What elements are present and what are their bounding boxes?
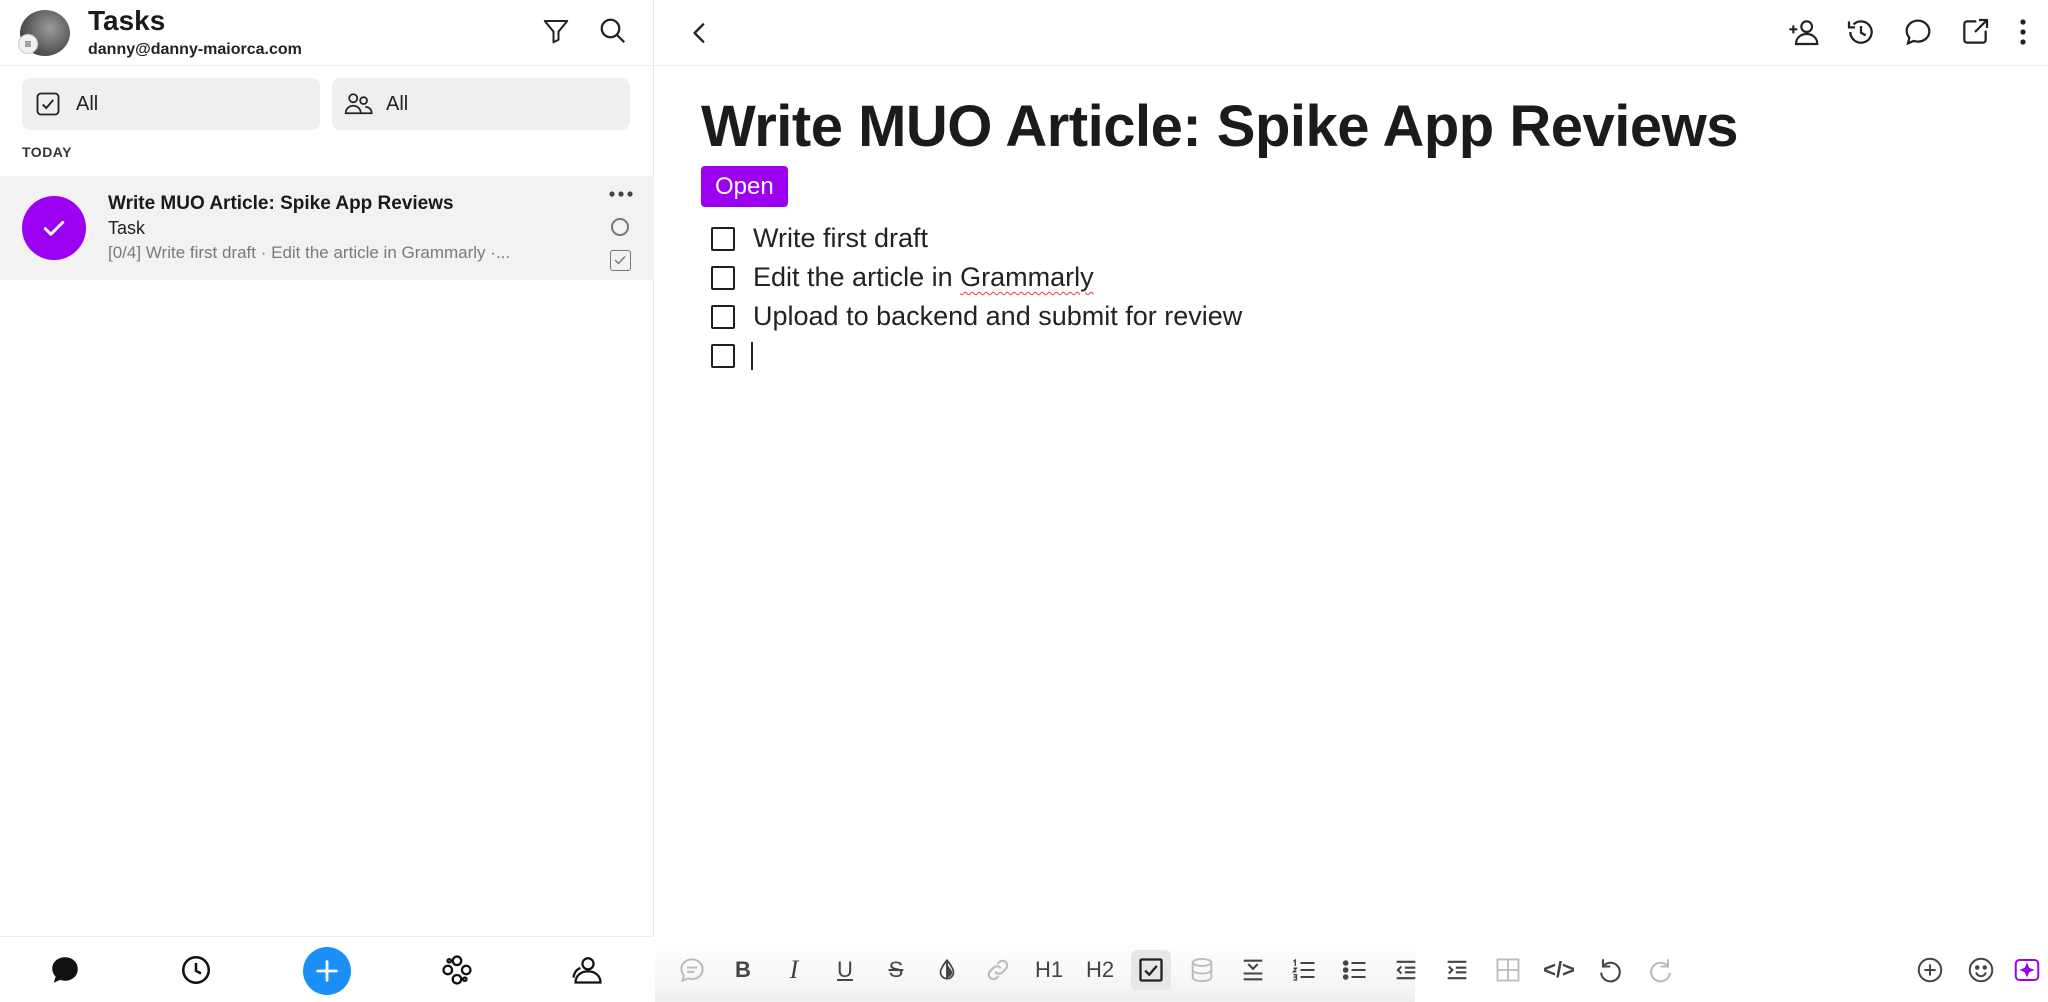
redo-icon[interactable] xyxy=(1641,950,1681,990)
database-icon[interactable] xyxy=(1182,950,1222,990)
task-detail-pane: Write MUO Article: Spike App Reviews Ope… xyxy=(655,0,2048,1002)
checklist-item: Upload to backend and submit for review xyxy=(711,297,1242,336)
apps-icon[interactable] xyxy=(436,949,478,991)
comment-icon[interactable] xyxy=(1900,14,1936,50)
add-person-icon[interactable] xyxy=(1786,14,1822,50)
back-chevron-icon[interactable] xyxy=(683,16,717,50)
task-status-check-icon[interactable] xyxy=(22,196,86,260)
more-options-icon[interactable] xyxy=(607,184,635,204)
detail-header xyxy=(655,0,2048,66)
heading1-button[interactable]: H1 xyxy=(1029,950,1069,990)
task-type: Task xyxy=(108,218,146,238)
bulleted-list-icon[interactable] xyxy=(1335,950,1375,990)
checklist-item xyxy=(711,336,1242,375)
filter-type-all[interactable]: All xyxy=(22,78,320,130)
checklist: Write first draft Edit the article in Gr… xyxy=(711,219,1242,375)
history-icon[interactable] xyxy=(1843,14,1879,50)
checklist-item-text[interactable]: Write first draft xyxy=(753,223,928,254)
align-middle-icon[interactable] xyxy=(1233,950,1273,990)
comment-format-icon[interactable] xyxy=(672,950,712,990)
checklist-item-text-part: Edit the article in xyxy=(753,262,961,292)
open-external-icon[interactable] xyxy=(1957,14,1993,50)
checkbox[interactable] xyxy=(711,265,735,290)
account-email: danny@danny-maiorca.com xyxy=(88,41,302,58)
people-icon xyxy=(344,90,373,118)
strikethrough-button[interactable]: S xyxy=(876,950,916,990)
add-button[interactable] xyxy=(303,947,351,995)
table-icon[interactable] xyxy=(1488,950,1528,990)
task-title: Write MUO Article: Spike App Reviews xyxy=(108,193,454,214)
link-icon[interactable] xyxy=(978,950,1018,990)
checklist-item: Edit the article in Grammarly xyxy=(711,258,1242,297)
list-header: ≡ Tasks danny@danny-maiorca.com xyxy=(0,0,654,66)
checkbox[interactable] xyxy=(711,304,735,329)
filter-people-label: All xyxy=(386,93,409,115)
undo-icon[interactable] xyxy=(1590,950,1630,990)
numbered-list-icon[interactable] xyxy=(1284,950,1324,990)
color-drop-icon[interactable] xyxy=(927,950,967,990)
bottom-nav xyxy=(0,936,654,1002)
section-header-today: TODAY xyxy=(22,144,72,160)
checkbox[interactable] xyxy=(711,343,735,368)
checkbox-icon xyxy=(34,90,62,118)
add-circle-icon[interactable] xyxy=(1910,950,1950,990)
checklist-item-text[interactable]: Upload to backend and submit for review xyxy=(753,301,1242,332)
formatting-toolbar: B I U S H1 H2 </> xyxy=(655,940,2048,1002)
heading2-button[interactable]: H2 xyxy=(1080,950,1120,990)
text-cursor[interactable] xyxy=(751,341,753,370)
clock-icon[interactable] xyxy=(175,949,217,991)
search-icon[interactable] xyxy=(596,14,630,48)
list-item[interactable]: Write MUO Article: Spike App Reviews Tas… xyxy=(0,176,654,280)
italic-button[interactable]: I xyxy=(774,950,814,990)
page-title: Tasks xyxy=(88,5,166,36)
emoji-icon[interactable] xyxy=(1961,950,2001,990)
outdent-icon[interactable] xyxy=(1386,950,1426,990)
filter-type-label: All xyxy=(76,93,99,115)
checklist-format-icon[interactable] xyxy=(1131,950,1171,990)
filter-icon[interactable] xyxy=(539,14,573,48)
checklist-item: Write first draft xyxy=(711,219,1242,258)
checkbox[interactable] xyxy=(711,226,735,251)
status-badge[interactable]: Open xyxy=(701,166,788,207)
task-detail-title[interactable]: Write MUO Article: Spike App Reviews xyxy=(701,93,1739,160)
filter-bar: All All xyxy=(22,78,632,130)
underline-button[interactable]: U xyxy=(825,950,865,990)
chat-icon[interactable] xyxy=(44,949,86,991)
task-type-checkbox-icon xyxy=(610,250,631,271)
radio-circle-icon[interactable] xyxy=(611,218,629,236)
filter-people-all[interactable]: All xyxy=(332,78,630,130)
task-preview: [0/4] Write first draft · Edit the artic… xyxy=(108,243,511,262)
contacts-icon[interactable] xyxy=(567,949,609,991)
menu-icon[interactable]: ≡ xyxy=(18,34,38,54)
task-list-pane: ≡ Tasks danny@danny-maiorca.com All All … xyxy=(0,0,654,1002)
checklist-item-text[interactable]: Edit the article in Grammarly xyxy=(753,262,1094,293)
more-vertical-icon[interactable] xyxy=(2011,14,2035,50)
code-button[interactable]: </> xyxy=(1539,950,1579,990)
spellcheck-word[interactable]: Grammarly xyxy=(960,262,1094,292)
ai-assistant-icon[interactable] xyxy=(2011,950,2043,990)
bold-button[interactable]: B xyxy=(723,950,763,990)
indent-icon[interactable] xyxy=(1437,950,1477,990)
